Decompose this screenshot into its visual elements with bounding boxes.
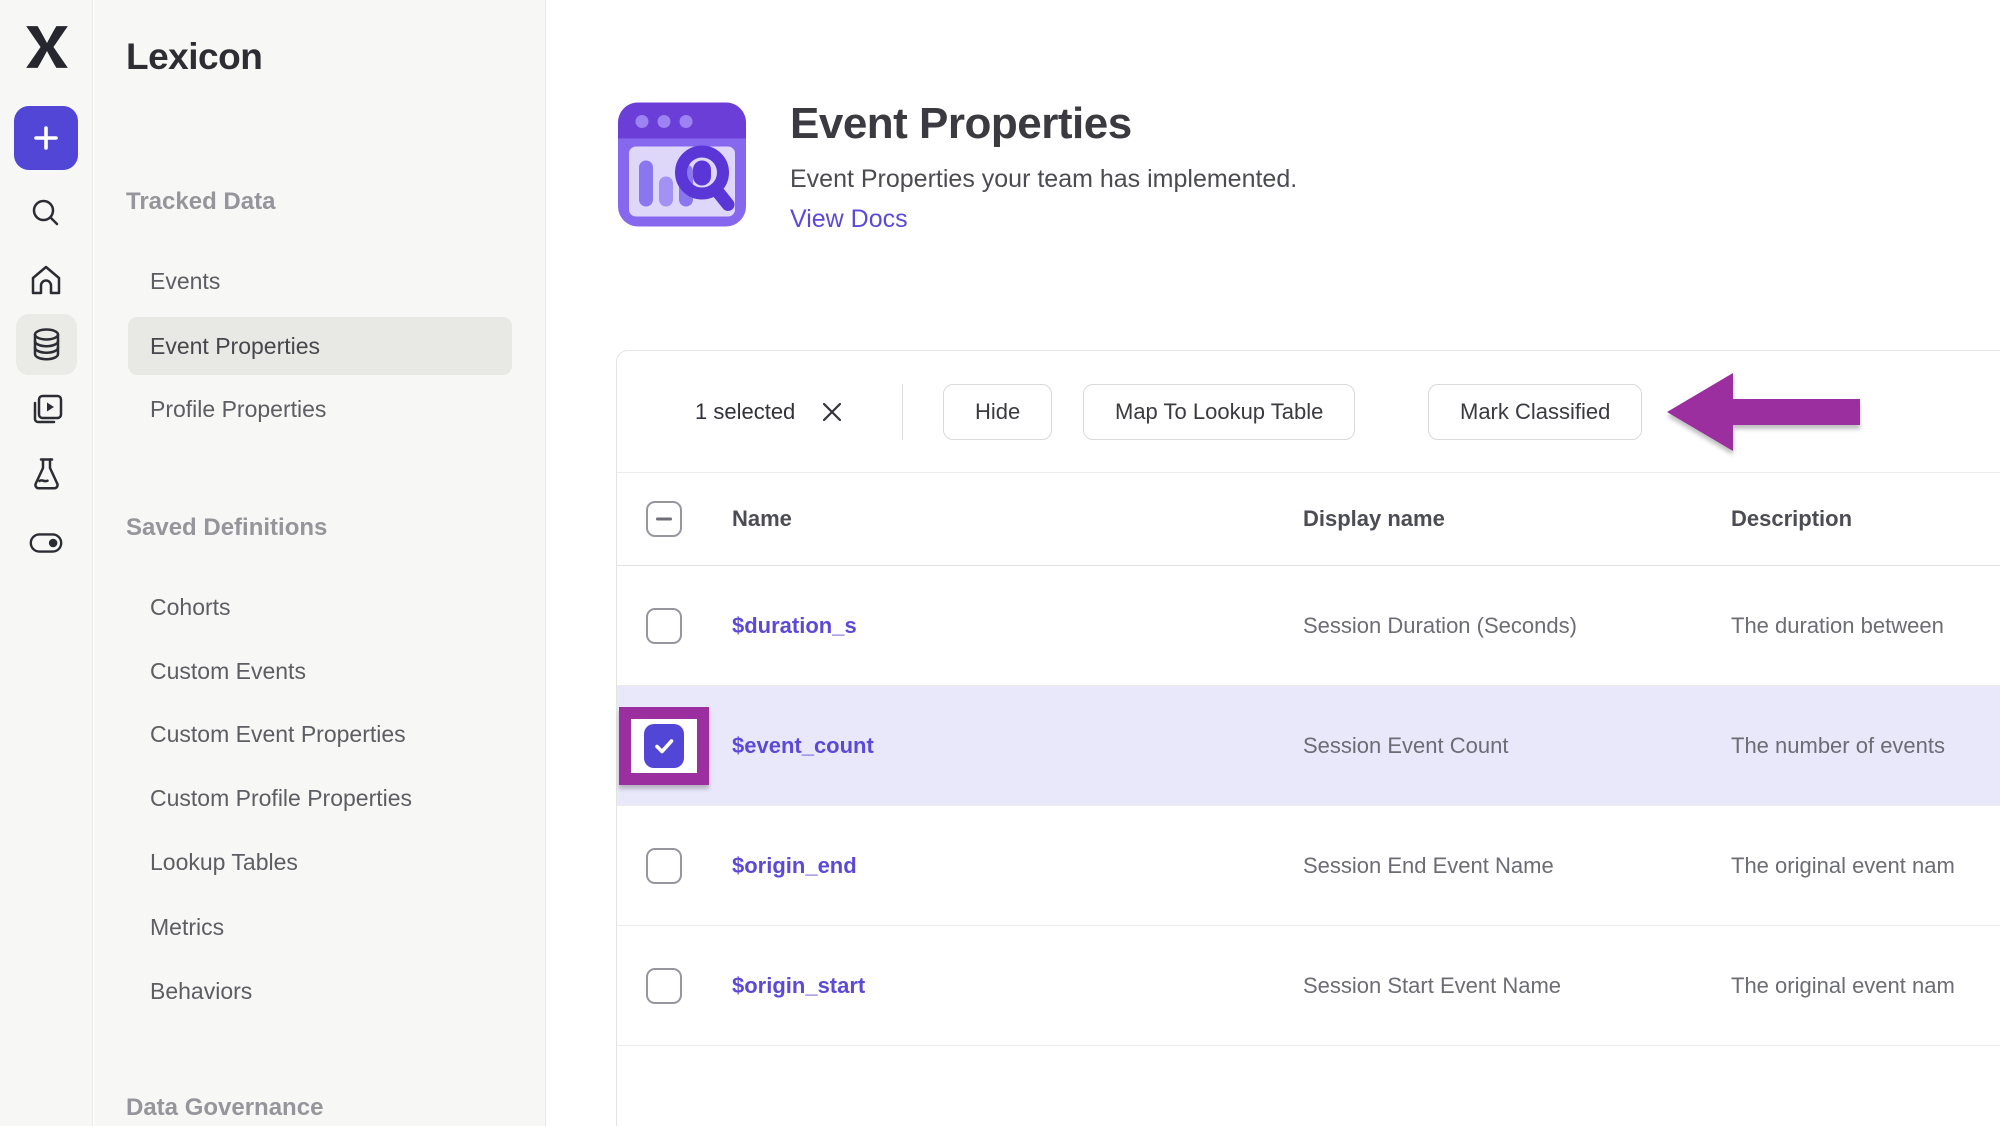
- home-button[interactable]: [27, 262, 65, 300]
- sidebar-item-custom-event-properties[interactable]: Custom Event Properties: [150, 719, 406, 749]
- display-name-cell: Session Event Count: [1303, 733, 1508, 759]
- sidebar-item-events[interactable]: Events: [150, 266, 220, 296]
- data-management-button[interactable]: [16, 314, 77, 375]
- hide-button[interactable]: Hide: [943, 384, 1052, 440]
- table-row[interactable]: $origin_start Session Start Event Name T…: [617, 926, 2000, 1046]
- section-data-governance: Data Governance: [126, 1094, 323, 1122]
- section-saved-definitions: Saved Definitions: [126, 514, 327, 542]
- view-docs-link[interactable]: View Docs: [790, 205, 908, 234]
- sidebar-item-profile-properties[interactable]: Profile Properties: [150, 394, 326, 424]
- create-button[interactable]: [14, 106, 78, 170]
- display-name-cell: Session Duration (Seconds): [1303, 613, 1577, 639]
- experiments-button[interactable]: [27, 455, 65, 493]
- video-boards-icon: [28, 392, 65, 429]
- sidebar-item-event-properties[interactable]: Event Properties: [150, 331, 320, 361]
- boards-button[interactable]: [27, 391, 65, 429]
- display-name-cell: Session Start Event Name: [1303, 973, 1561, 999]
- description-cell: The original event nam: [1731, 853, 1955, 879]
- map-to-lookup-table-button[interactable]: Map To Lookup Table: [1083, 384, 1355, 440]
- description-cell: The original event nam: [1731, 973, 1955, 999]
- event-properties-app-icon: [612, 94, 752, 235]
- annotation-arrow: [1662, 368, 1864, 458]
- plus-icon: [30, 122, 62, 154]
- database-icon: [28, 326, 65, 364]
- sidebar-title: Lexicon: [126, 36, 262, 78]
- property-name-link[interactable]: $duration_s: [732, 613, 857, 639]
- column-header-display-name: Display name: [1303, 506, 1445, 532]
- event-properties-panel: 1 selected Hide Map To Lookup Table Mark…: [616, 350, 2000, 1126]
- sidebar-item-custom-events[interactable]: Custom Events: [150, 656, 306, 686]
- select-all-checkbox[interactable]: [646, 501, 682, 537]
- table-row-selected[interactable]: $event_count Session Event Count The num…: [617, 686, 2000, 806]
- section-tracked-data: Tracked Data: [126, 188, 275, 216]
- sidebar-item-cohorts[interactable]: Cohorts: [150, 592, 231, 622]
- sidebar-item-lookup-tables[interactable]: Lookup Tables: [150, 847, 298, 877]
- description-cell: The number of events: [1731, 733, 1945, 759]
- description-cell: The duration between: [1731, 613, 1944, 639]
- table-row[interactable]: $duration_s Session Duration (Seconds) T…: [617, 566, 2000, 686]
- checkmark-icon: [651, 733, 677, 759]
- table-row[interactable]: $origin_end Session End Event Name The o…: [617, 806, 2000, 926]
- annotation-highlight-box: [619, 707, 709, 785]
- property-name-link[interactable]: $origin_start: [732, 973, 865, 999]
- property-name-link[interactable]: $event_count: [732, 733, 874, 759]
- row-checkbox[interactable]: [646, 968, 682, 1004]
- property-name-link[interactable]: $origin_end: [732, 853, 857, 879]
- row-checkbox-checked[interactable]: [644, 724, 684, 768]
- sidebar-item-custom-profile-properties[interactable]: Custom Profile Properties: [150, 783, 412, 813]
- sidebar: Lexicon Tracked Data Events Event Proper…: [94, 0, 546, 1126]
- row-checkbox[interactable]: [646, 848, 682, 884]
- column-header-name: Name: [732, 506, 792, 532]
- icon-rail: [0, 0, 93, 1126]
- search-icon: [28, 195, 64, 231]
- search-button[interactable]: [27, 194, 65, 232]
- display-name-cell: Session End Event Name: [1303, 853, 1554, 879]
- clear-selection-icon[interactable]: [821, 401, 843, 423]
- column-header-description: Description: [1731, 506, 1852, 532]
- sidebar-item-behaviors[interactable]: Behaviors: [150, 976, 252, 1006]
- selection-count-label: 1 selected: [695, 399, 795, 425]
- mark-classified-button[interactable]: Mark Classified: [1428, 384, 1642, 440]
- flask-icon: [28, 455, 65, 493]
- page-title: Event Properties: [790, 99, 1132, 149]
- home-icon: [27, 262, 65, 300]
- page-subtitle: Event Properties your team has implement…: [790, 165, 1297, 194]
- feature-flags-button[interactable]: [27, 524, 65, 562]
- toolbar-divider: [902, 384, 903, 440]
- mixpanel-logo-icon[interactable]: [22, 22, 72, 72]
- row-checkbox[interactable]: [646, 608, 682, 644]
- toggle-icon: [27, 529, 65, 557]
- sidebar-item-metrics[interactable]: Metrics: [150, 912, 224, 942]
- table-header-row: Name Display name Description: [617, 473, 2000, 566]
